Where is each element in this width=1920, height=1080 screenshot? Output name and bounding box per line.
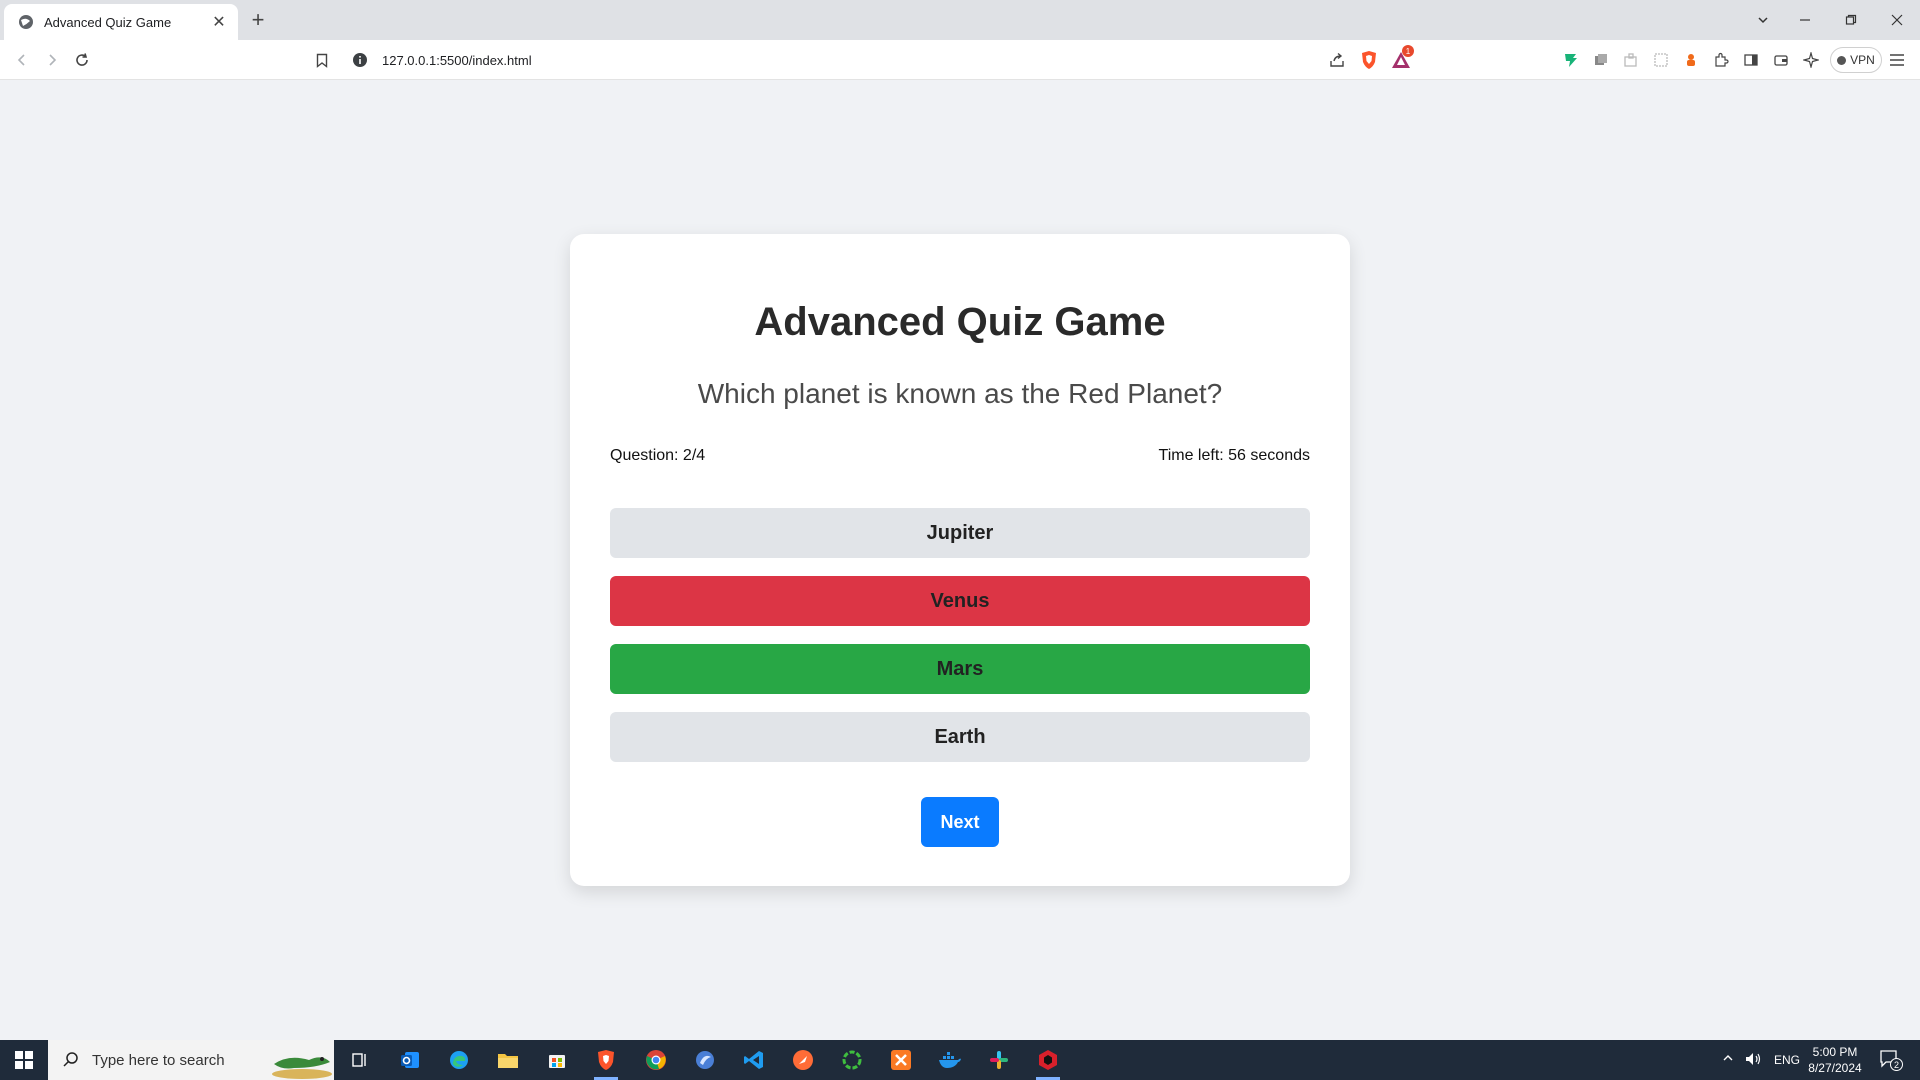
edge-icon[interactable]: [439, 1044, 479, 1076]
vpn-label: VPN: [1850, 53, 1875, 67]
browser-tab-bar: Advanced Quiz Game ✕ +: [0, 0, 1920, 40]
xampp-icon[interactable]: [881, 1044, 921, 1076]
notifications-icon[interactable]: 2: [1880, 1050, 1904, 1071]
back-button[interactable]: [10, 48, 34, 72]
question-counter: Question: 2/4: [610, 447, 706, 464]
menu-icon[interactable]: [1886, 49, 1908, 71]
brave-shields-icon[interactable]: [1358, 49, 1380, 71]
close-window-button[interactable]: [1874, 0, 1920, 40]
globe-icon: [19, 15, 33, 29]
search-highlight-image: [272, 1057, 332, 1079]
brave-taskbar-icon[interactable]: [586, 1044, 626, 1080]
sidebar-toggle-icon[interactable]: [1740, 49, 1762, 71]
extension-runner-icon[interactable]: [1560, 49, 1582, 71]
extension-puzzle-gray-icon[interactable]: [1620, 49, 1642, 71]
bookmark-icon[interactable]: [310, 48, 334, 72]
vpn-button[interactable]: VPN: [1830, 47, 1882, 73]
clock-date: 8/27/2024: [1808, 1061, 1862, 1075]
clock[interactable]: 5:00 PM 8/27/2024: [1800, 1044, 1870, 1076]
quiz-title: Advanced Quiz Game: [754, 300, 1166, 344]
close-tab-icon[interactable]: ✕: [210, 13, 228, 31]
extension-stack-icon[interactable]: [1590, 49, 1612, 71]
extension-orange-icon[interactable]: [1680, 49, 1702, 71]
task-view-icon[interactable]: [340, 1044, 380, 1076]
windows-icon: [15, 1051, 33, 1069]
volume-icon[interactable]: [1745, 1052, 1763, 1069]
microsoft-store-icon[interactable]: [537, 1044, 577, 1076]
clock-time: 5:00 PM: [1812, 1045, 1858, 1059]
question-text: Which planet is known as the Red Planet?: [697, 378, 1223, 409]
option-jupiter[interactable]: Jupiter: [610, 508, 1310, 558]
file-explorer-icon[interactable]: [488, 1044, 528, 1076]
extensions-puzzle-icon[interactable]: [1710, 49, 1732, 71]
reload-button[interactable]: [70, 48, 94, 72]
minimize-button[interactable]: [1782, 0, 1828, 40]
tray-overflow-icon[interactable]: [1722, 1052, 1734, 1067]
rewards-badge: 1: [1402, 45, 1414, 57]
next-button[interactable]: Next: [921, 797, 999, 847]
site-info-icon[interactable]: [352, 52, 368, 68]
tab-title: Advanced Quiz Game: [44, 14, 172, 30]
vscode-icon[interactable]: [734, 1044, 774, 1076]
option-earth[interactable]: Earth: [610, 712, 1310, 762]
tab-search-icon[interactable]: [1740, 0, 1786, 40]
browser-tab[interactable]: Advanced Quiz Game ✕: [4, 4, 238, 40]
chrome-icon[interactable]: [636, 1044, 676, 1076]
docker-icon[interactable]: [930, 1044, 970, 1076]
wallet-icon[interactable]: [1770, 49, 1792, 71]
quiz-card: Advanced Quiz Game Which planet is known…: [570, 234, 1350, 886]
vpn-status-icon: [1837, 55, 1847, 65]
slack-icon[interactable]: [979, 1044, 1019, 1076]
language-indicator[interactable]: ENG: [1774, 1053, 1800, 1067]
option-mars[interactable]: Mars: [610, 644, 1310, 694]
address-bar[interactable]: 127.0.0.1:5500/index.html 1: [344, 45, 1422, 75]
brave-rewards-icon[interactable]: 1: [1390, 45, 1414, 71]
taskbar: Type here to search ENG 5:00 PM 8/27/202…: [0, 1040, 1920, 1080]
leo-ai-icon[interactable]: [1800, 49, 1822, 71]
option-venus[interactable]: Venus: [610, 576, 1310, 626]
search-placeholder: Type here to search: [92, 1051, 225, 1069]
browser-toolbar: 127.0.0.1:5500/index.html 1 VPN: [0, 40, 1920, 80]
url-text[interactable]: 127.0.0.1:5500/index.html: [382, 53, 1326, 68]
forward-button[interactable]: [40, 48, 64, 72]
search-icon: [63, 1052, 78, 1067]
app-red-icon[interactable]: [1028, 1044, 1068, 1080]
timer: Time left: 56 seconds: [1158, 447, 1310, 464]
share-icon[interactable]: [1326, 49, 1348, 71]
postman-icon[interactable]: [783, 1044, 823, 1076]
notification-count: 2: [1890, 1058, 1903, 1071]
restore-button[interactable]: [1828, 0, 1874, 40]
start-button[interactable]: [0, 1040, 48, 1080]
new-tab-button[interactable]: +: [246, 8, 270, 32]
app-green-ring-icon[interactable]: [832, 1044, 872, 1076]
taskbar-search[interactable]: Type here to search: [48, 1040, 334, 1080]
app-blue-icon[interactable]: [685, 1044, 725, 1076]
outlook-icon[interactable]: [390, 1044, 430, 1076]
extension-grid-icon[interactable]: [1650, 49, 1672, 71]
